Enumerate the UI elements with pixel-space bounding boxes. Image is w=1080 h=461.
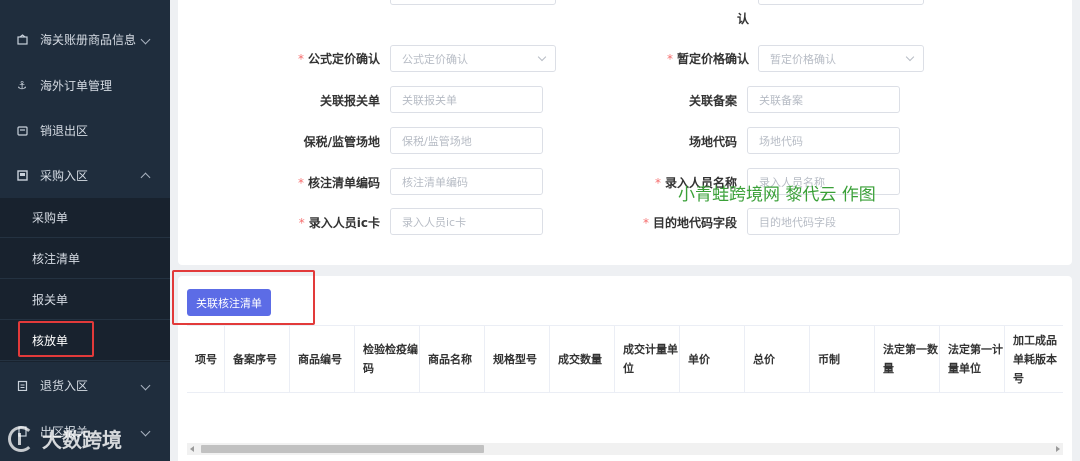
anchor-icon: ⚓ xyxy=(17,78,27,92)
top-partial-input[interactable] xyxy=(758,0,924,5)
chevron-up-icon xyxy=(140,172,151,182)
box-icon xyxy=(16,33,28,45)
site-code-input[interactable]: 场地代码 xyxy=(747,127,900,154)
label-tail: 认 xyxy=(737,12,750,26)
linked-declaration-input[interactable]: 关联报关单 xyxy=(390,86,543,113)
highlight-box xyxy=(18,321,94,357)
column-header[interactable]: 法定第一计量单位 xyxy=(940,326,1005,392)
sidebar-subitem-declaration[interactable]: 报关单 xyxy=(0,280,170,320)
chevron-down-icon xyxy=(140,426,151,436)
linked-declaration-label: 关联报关单 xyxy=(319,94,380,108)
return-icon xyxy=(16,124,28,136)
sidebar-subitem-checklist[interactable]: 核注清单 xyxy=(0,239,170,279)
sidebar-item-label: 退货入区 xyxy=(40,378,89,393)
linked-record-input[interactable]: 关联备案 xyxy=(747,86,900,113)
chevron-down-icon xyxy=(140,380,151,390)
sidebar-item-label: 海关账册商品信息 xyxy=(40,32,137,47)
logo-text: 大数跨境 xyxy=(42,428,122,452)
sidebar-item-label: 采购入区 xyxy=(40,168,89,183)
column-header[interactable]: 单价 xyxy=(680,326,745,392)
sidebar-item-purchase-in[interactable]: 采购入区 xyxy=(0,155,170,195)
table-body xyxy=(187,393,1063,443)
top-partial-input[interactable] xyxy=(390,0,556,5)
site-code-label: 场地代码 xyxy=(688,135,737,149)
sidebar-subitem-purchase-order[interactable]: 采购单 xyxy=(0,198,170,238)
bonded-site-input[interactable]: 保税/监管场地 xyxy=(390,127,543,154)
logo-icon xyxy=(8,425,34,452)
chevron-down-icon xyxy=(140,34,151,44)
destination-code-label: * 目的地代码字段 xyxy=(642,216,737,230)
column-header[interactable]: 项号 xyxy=(187,326,225,392)
column-header[interactable]: 规格型号 xyxy=(485,326,550,392)
sidebar-item-sales-return-out[interactable]: 销退出区 xyxy=(0,110,170,150)
highlight-box xyxy=(172,270,315,325)
scroll-right-icon[interactable] xyxy=(1056,446,1060,452)
column-header[interactable]: 币制 xyxy=(810,326,875,392)
sidebar-item-label: 销退出区 xyxy=(40,123,89,138)
column-header[interactable]: 加工成品单耗版本号 xyxy=(1005,326,1063,392)
column-header[interactable]: 商品名称 xyxy=(420,326,485,392)
corner-logo: 大数跨境 xyxy=(8,424,122,453)
sidebar: 海关账册商品信息 ⚓ 海外订单管理 销退出区 采购入区 采购单 核注清单 报关单… xyxy=(0,0,170,461)
checklist-code-input[interactable]: 核注清单编码 xyxy=(390,168,543,195)
sidebar-item-overseas-orders[interactable]: ⚓ 海外订单管理 xyxy=(0,65,170,105)
column-header[interactable]: 成交计量单位 xyxy=(615,326,680,392)
column-header[interactable]: 备案序号 xyxy=(225,326,290,392)
horizontal-scrollbar[interactable] xyxy=(187,443,1063,455)
bonded-site-label: 保税/监管场地 xyxy=(303,135,380,149)
table-header: 项号 备案序号 商品编号 检验检疫编码 商品名称 规格型号 成交数量 成交计量单… xyxy=(187,325,1063,393)
column-header[interactable]: 成交数量 xyxy=(550,326,615,392)
column-header[interactable]: 法定第一数量 xyxy=(875,326,940,392)
formula-price-label: * 公式定价确认 xyxy=(297,52,380,66)
sidebar-item-customs-goods[interactable]: 海关账册商品信息 xyxy=(0,19,170,59)
column-header[interactable]: 商品编号 xyxy=(290,326,355,392)
destination-code-input[interactable]: 目的地代码字段 xyxy=(747,208,900,235)
entry-ic-card-input[interactable]: 录入人员ic卡 xyxy=(390,208,543,235)
checklist-code-label: * 核注清单编码 xyxy=(297,176,380,190)
clipboard-icon xyxy=(16,379,28,391)
square-icon xyxy=(16,169,28,181)
sidebar-item-return-in[interactable]: 退货入区 xyxy=(0,365,170,405)
sidebar-item-label: 海外订单管理 xyxy=(40,78,113,93)
provisional-price-select[interactable]: 暂定价格确认 xyxy=(758,45,924,72)
entry-ic-card-label: * 录入人员ic卡 xyxy=(298,216,380,230)
formula-price-select[interactable]: 公式定价确认 xyxy=(390,45,556,72)
scroll-left-icon[interactable] xyxy=(190,446,194,452)
chevron-down-icon xyxy=(537,52,547,62)
linked-record-label: 关联备案 xyxy=(688,94,737,108)
watermark-text: 小青蛙跨境网 黎代云 作图 xyxy=(678,185,876,205)
column-header[interactable]: 总价 xyxy=(745,326,810,392)
column-header[interactable]: 检验检疫编码 xyxy=(355,326,420,392)
chevron-down-icon xyxy=(905,52,915,62)
provisional-price-label: * 暂定价格确认 xyxy=(666,52,749,66)
scroll-thumb[interactable] xyxy=(201,445,484,453)
